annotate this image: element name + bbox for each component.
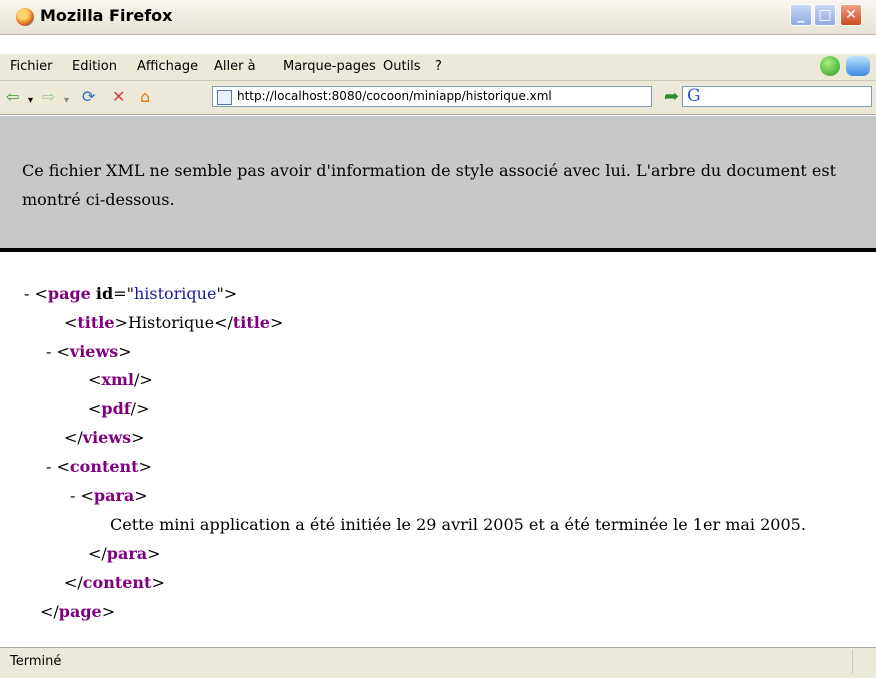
url-text: http://localhost:8080/cocoon/miniapp/his… <box>237 89 552 103</box>
xml-tag-name: title <box>77 313 115 332</box>
xml-line-para-text: Cette mini application a été initiée le … <box>110 515 806 534</box>
xml-info-panel: Ce fichier XML ne semble pas avoir d'inf… <box>0 116 876 252</box>
menu-go[interactable]: Aller à <box>214 59 256 74</box>
url-bar[interactable]: http://localhost:8080/cocoon/miniapp/his… <box>212 86 863 107</box>
xml-tag-name: para <box>93 486 135 505</box>
update-icon[interactable] <box>820 56 840 76</box>
activity-throbber-icon <box>846 56 870 76</box>
home-icon[interactable]: ⌂ <box>140 87 150 107</box>
xml-line-content-close: </content> <box>64 573 165 592</box>
maximize-button[interactable]: □ <box>814 4 836 26</box>
xml-tag-name: views <box>82 428 132 447</box>
firefox-logo-icon <box>16 8 34 26</box>
google-search-icon[interactable]: G <box>687 86 701 106</box>
status-bar: Terminé <box>0 647 876 678</box>
xml-line-title: <title>Historique</title> <box>64 313 284 332</box>
xml-attr-value: historique <box>133 284 217 303</box>
menu-tools[interactable]: Outils <box>383 59 421 74</box>
xml-tag-name: xml <box>101 370 134 389</box>
xml-tag-name: page <box>58 602 102 621</box>
forward-dropdown-icon[interactable]: ▾ <box>64 91 69 111</box>
xml-line-para-open: - <para> <box>70 486 148 505</box>
collapse-toggle[interactable]: - <box>70 486 75 505</box>
xml-tag-name: content <box>69 457 139 476</box>
xml-text: Historique <box>127 313 215 332</box>
menu-file[interactable]: Fichier <box>10 59 53 74</box>
back-dropdown-icon[interactable]: ▾ <box>28 91 33 111</box>
xml-tag-name: content <box>82 573 152 592</box>
xml-tag-name: title <box>232 313 270 332</box>
xml-line-para-close: </para> <box>88 544 161 563</box>
menu-edit[interactable]: Edition <box>72 59 117 74</box>
back-arrow-icon[interactable]: ⇦ <box>6 87 19 107</box>
xml-line-page-close: </page> <box>40 602 116 621</box>
xml-line-xml: <xml/> <box>88 370 153 389</box>
xml-tag-name: views <box>69 342 119 361</box>
menu-help[interactable]: ? <box>435 59 442 74</box>
resize-grip-icon[interactable] <box>852 650 875 674</box>
navigation-toolbar: ⇦ ▾ ⇨ ▾ ⟳ ✕ ⌂ http://localhost:8080/coco… <box>0 81 876 115</box>
menu-bookmarks[interactable]: Marque-pages <box>283 59 376 74</box>
xml-text: Cette mini application a été initiée le … <box>110 515 806 534</box>
window-title: Mozilla Firefox <box>40 6 173 25</box>
xml-tag-name: page <box>47 284 91 303</box>
menu-bar: Fichier Edition Affichage Aller à Marque… <box>0 54 876 81</box>
xml-line-content-open: - <content> <box>46 457 152 476</box>
no-style-message: Ce fichier XML ne semble pas avoir d'inf… <box>22 161 837 209</box>
xml-line-views-close: </views> <box>64 428 145 447</box>
go-arrow-icon[interactable]: ➦ <box>664 86 679 107</box>
xml-tree: - <page id="historique"> <title>Historiq… <box>0 252 876 645</box>
title-bar: Mozilla Firefox _ □ ✕ <box>0 0 876 35</box>
collapse-toggle[interactable]: - <box>24 284 29 303</box>
xml-tag-name: pdf <box>101 399 131 418</box>
collapse-toggle[interactable]: - <box>46 342 51 361</box>
xml-attr-name: id <box>95 284 114 303</box>
stop-icon[interactable]: ✕ <box>112 87 125 107</box>
reload-icon[interactable]: ⟳ <box>82 87 95 107</box>
xml-tag-name: para <box>106 544 148 563</box>
forward-arrow-icon[interactable]: ⇨ <box>42 87 55 107</box>
status-text: Terminé <box>10 654 62 669</box>
search-box[interactable]: G <box>682 86 872 107</box>
collapse-toggle[interactable]: - <box>46 457 51 476</box>
page-icon <box>217 90 232 105</box>
xml-line-views-open: - <views> <box>46 342 132 361</box>
xml-line-pdf: <pdf/> <box>88 399 150 418</box>
close-button[interactable]: ✕ <box>840 4 862 26</box>
xml-line-page-open: - <page id="historique"> <box>24 284 238 303</box>
menu-view[interactable]: Affichage <box>137 59 198 74</box>
minimize-button[interactable]: _ <box>790 4 812 26</box>
